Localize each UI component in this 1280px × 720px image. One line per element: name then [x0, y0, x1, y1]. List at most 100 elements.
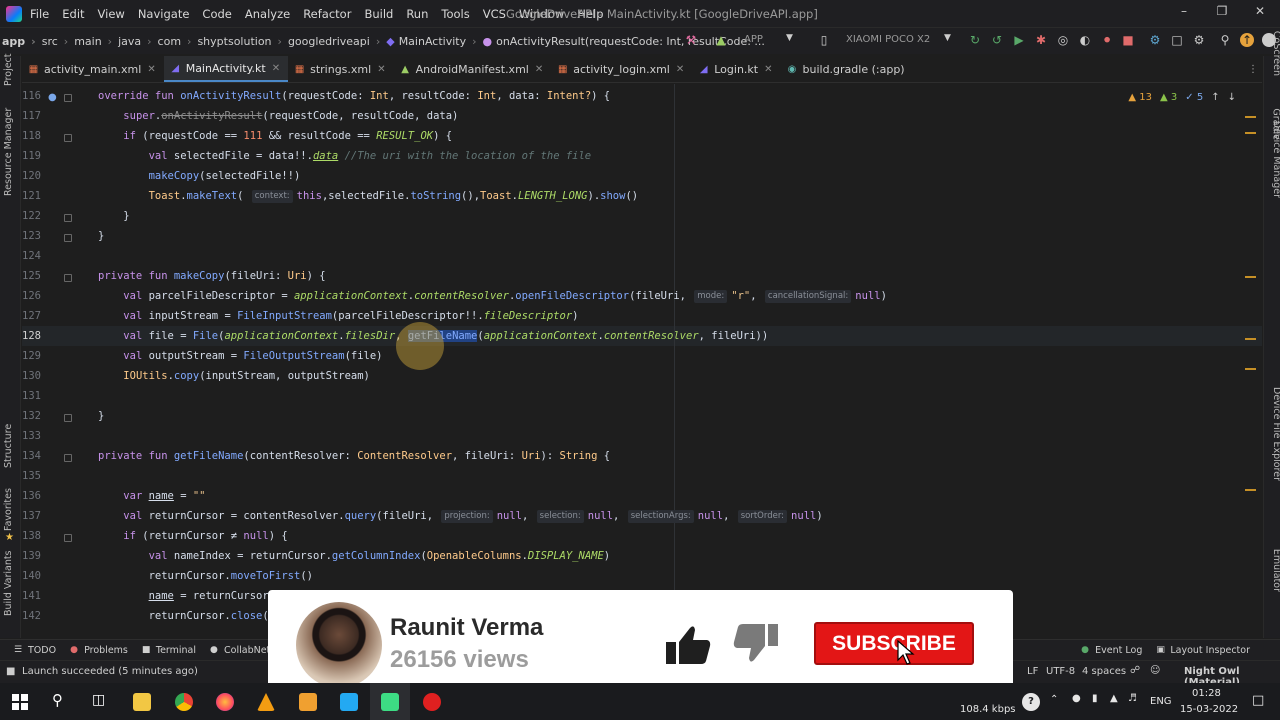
fold-icon[interactable]	[64, 134, 72, 142]
scroll-marker[interactable]	[1245, 338, 1256, 340]
tab-activity-main-xml[interactable]: ▦ activity_main.xml ✕	[22, 56, 164, 82]
code-editor[interactable]: 116 117 118 119 120 121 122 123 124 125 …	[22, 84, 1262, 638]
tab-build-gradle[interactable]: ◉ build.gradle (:app)	[781, 56, 913, 82]
chrome-icon[interactable]	[175, 693, 193, 711]
tab-mainactivity-kt[interactable]: ◢ MainActivity.kt ✕	[163, 56, 289, 82]
scroll-marker[interactable]	[1245, 116, 1256, 118]
firefox-icon[interactable]	[216, 693, 234, 711]
menu-vcs[interactable]: VCS	[483, 7, 506, 21]
notification-icon[interactable]: □	[1252, 693, 1264, 708]
thumbs-up-icon[interactable]	[664, 624, 712, 666]
chevron-up-icon[interactable]: ⌃	[1050, 694, 1058, 705]
menu-view[interactable]: View	[98, 7, 125, 21]
fold-icon[interactable]	[64, 534, 72, 542]
fold-icon[interactable]	[64, 94, 72, 102]
layout-inspector-tool-button[interactable]: ▣ Layout Inspector	[1156, 645, 1250, 656]
coverage-icon[interactable]: ◐	[1078, 33, 1092, 47]
structure-tab[interactable]: Structure	[3, 424, 14, 468]
volume-icon[interactable]: ♬	[1128, 693, 1137, 704]
attach-icon[interactable]: ◎	[1056, 33, 1070, 47]
override-marker-icon[interactable]: ●	[48, 92, 57, 103]
stop-icon[interactable]: ■	[1121, 33, 1135, 47]
thumbs-down-icon[interactable]	[732, 622, 780, 664]
fold-icon[interactable]	[64, 414, 72, 422]
minimize-icon[interactable]: –	[1174, 4, 1194, 22]
file-explorer-icon[interactable]	[133, 693, 151, 711]
close-icon[interactable]: ✕	[676, 64, 684, 75]
clock-time[interactable]: 01:28	[1192, 688, 1221, 699]
project-panel-tab[interactable]: Project	[3, 53, 14, 86]
warning-count[interactable]: ▲ 13	[1128, 92, 1152, 103]
close-icon[interactable]: ✕	[764, 64, 772, 75]
collabnet-tool-button[interactable]: ● CollabNet	[210, 645, 270, 656]
profile-icon[interactable]: ▶	[1012, 33, 1026, 47]
close-icon[interactable]: ✕	[377, 64, 385, 75]
status-message[interactable]: Launch succeeded (5 minutes ago)	[22, 666, 198, 677]
event-log-tool-button[interactable]: ● Event Log	[1081, 645, 1142, 656]
device-file-explorer-tab[interactable]: Device File Explorer	[1271, 387, 1280, 481]
coscreen-tab[interactable]: CoScreen	[1271, 31, 1280, 76]
breadcrumb-app[interactable]: app ›	[2, 35, 42, 48]
help-icon[interactable]: ?	[1022, 693, 1040, 711]
app-icon[interactable]	[299, 693, 317, 711]
microphone-icon[interactable]: ●	[1072, 693, 1081, 704]
close-icon[interactable]: ✕	[272, 63, 280, 74]
scroll-marker[interactable]	[1245, 489, 1256, 491]
sdk-manager-icon[interactable]: ⚙	[1148, 33, 1162, 47]
menu-edit[interactable]: Edit	[62, 7, 84, 21]
search-icon[interactable]: ⚲	[52, 691, 63, 709]
scroll-marker[interactable]	[1245, 276, 1256, 278]
subscribe-button[interactable]: SUBSCRIBE	[814, 622, 974, 665]
breadcrumb-main[interactable]: main ›	[74, 35, 118, 48]
tab-actions-icon[interactable]: ⋮	[1248, 64, 1258, 75]
close-window-icon[interactable]: ✕	[1250, 4, 1270, 22]
terminal-tool-button[interactable]: ■ Terminal	[142, 645, 196, 656]
language-indicator[interactable]: ENG	[1150, 696, 1172, 707]
arrow-down-icon[interactable]: ↓	[1228, 92, 1236, 103]
file-encoding[interactable]: UTF-8	[1046, 666, 1075, 677]
scroll-marker[interactable]	[1245, 368, 1256, 370]
fold-icon[interactable]	[64, 234, 72, 242]
menu-refactor[interactable]: Refactor	[303, 7, 351, 21]
inspection-widget[interactable]: ▲ 13 ▲ 3 ✓ 5 ↑ ↓	[1128, 92, 1236, 103]
arrow-up-icon[interactable]: ↑	[1211, 92, 1219, 103]
tab-login-kt[interactable]: ◢ Login.kt ✕	[692, 56, 780, 82]
android-studio-icon[interactable]	[381, 693, 399, 711]
weak-warning-count[interactable]: ▲ 3	[1160, 92, 1177, 103]
breadcrumb-java[interactable]: java ›	[118, 35, 157, 48]
scroll-marker[interactable]	[1245, 132, 1256, 134]
update-icon[interactable]: ↑	[1240, 33, 1254, 47]
breadcrumb-shyptsolution[interactable]: shyptsolution ›	[197, 35, 287, 48]
menu-run[interactable]: Run	[406, 7, 428, 21]
vscode-icon[interactable]	[340, 693, 358, 711]
tab-activity-login-xml[interactable]: ▦ activity_login.xml ✕	[551, 56, 692, 82]
breadcrumb-googledriveapi[interactable]: googledriveapi ›	[288, 35, 386, 48]
line-separator[interactable]: LF	[1027, 666, 1038, 677]
clock-date[interactable]: 15-03-2022	[1180, 704, 1238, 715]
indent-setting[interactable]: 4 spaces	[1082, 666, 1126, 677]
recorder-icon[interactable]	[423, 693, 441, 711]
fold-icon[interactable]	[64, 454, 72, 462]
menu-navigate[interactable]: Navigate	[138, 7, 190, 21]
resource-manager-tab[interactable]: Resource Manager	[3, 108, 14, 196]
typo-count[interactable]: ✓ 5	[1185, 92, 1203, 103]
fold-icon[interactable]	[64, 274, 72, 282]
favorites-tab[interactable]: Favorites	[3, 488, 14, 531]
lock-icon[interactable]: ☍	[1130, 665, 1140, 676]
menu-file[interactable]: File	[30, 7, 49, 21]
windows-start-icon[interactable]	[12, 694, 28, 710]
breadcrumb-src[interactable]: src ›	[42, 35, 74, 48]
avd-manager-icon[interactable]: □	[1170, 33, 1184, 47]
menu-code[interactable]: Code	[202, 7, 231, 21]
vlc-icon[interactable]	[257, 693, 275, 711]
restore-icon[interactable]: ❐	[1212, 4, 1232, 22]
fold-icon[interactable]	[64, 214, 72, 222]
problems-tool-button[interactable]: ● Problems	[70, 645, 128, 656]
build-variants-tab[interactable]: Build Variants	[3, 550, 14, 616]
record-icon[interactable]: ⚫	[1100, 33, 1114, 47]
tab-androidmanifest-xml[interactable]: ▲ AndroidManifest.xml ✕	[394, 56, 552, 82]
smiley-icon[interactable]: ☺	[1150, 665, 1160, 676]
debug-icon[interactable]: ✱	[1034, 33, 1048, 47]
chevron-down-icon[interactable]: ▼	[944, 33, 951, 43]
menu-analyze[interactable]: Analyze	[245, 7, 290, 21]
